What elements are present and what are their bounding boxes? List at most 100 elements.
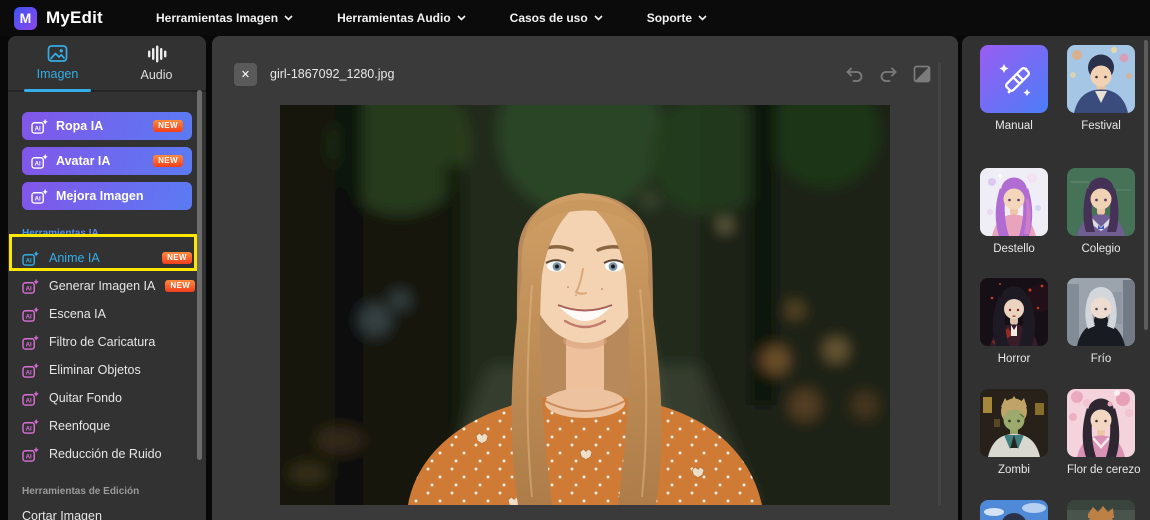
preset-thumbnail[interactable] <box>1067 168 1135 236</box>
menu-soporte[interactable]: Soporte <box>647 11 707 25</box>
menu-herramientas-audio[interactable]: Herramientas Audio <box>337 11 466 25</box>
sidebar-item-reduccion-de-ruido[interactable]: AI Reducción de Ruido <box>8 440 206 468</box>
preset-label: Colegio <box>1067 243 1135 255</box>
ai-sparkle-icon: AI <box>31 119 48 134</box>
main-menu: Herramientas Imagen Herramientas Audio C… <box>156 11 707 25</box>
preset-zombi[interactable]: Zombi <box>980 389 1048 476</box>
image-filename: girl-1867092_1280.jpg <box>270 67 394 81</box>
sidebar-item-escena-ia[interactable]: AI Escena IA <box>8 300 206 328</box>
preset-thumbnail[interactable] <box>980 278 1048 346</box>
tool-label: Quitar Fondo <box>49 391 122 405</box>
sidebar-item-generar-imagen-ia[interactable]: AI Generar Imagen IA NEW <box>8 272 206 300</box>
festival-art <box>1067 45 1135 113</box>
brand-link[interactable]: M MyEdit <box>0 7 142 30</box>
preset-frio[interactable]: Frío <box>1067 278 1135 365</box>
myedit-app: M MyEdit Herramientas Imagen Herramienta… <box>0 0 1150 520</box>
svg-text:AI: AI <box>26 425 32 432</box>
menu-herramientas-imagen[interactable]: Herramientas Imagen <box>156 11 293 25</box>
magic-wand-icon <box>980 45 1048 113</box>
preset-label: Horror <box>980 353 1048 365</box>
sidebar-item-avatar-ia[interactable]: AI Avatar IA NEW <box>22 147 192 175</box>
compare-icon <box>912 64 932 84</box>
preset-label: Festival <box>1067 120 1135 132</box>
canvas-actions <box>844 64 932 84</box>
sidebar-item-eliminar-objetos[interactable]: AI Eliminar Objetos <box>8 356 206 384</box>
preset-label: Flor de cerezo <box>1067 464 1135 476</box>
promo-label: Mejora Imagen <box>56 189 144 203</box>
ai-sparkle-icon: AI <box>22 391 39 406</box>
preset-manual[interactable]: Manual <box>980 45 1048 132</box>
svg-text:AI: AI <box>26 369 32 376</box>
preset-thumbnail[interactable] <box>980 45 1048 113</box>
ai-sparkle-icon: AI <box>22 419 39 434</box>
svg-text:AI: AI <box>26 257 32 264</box>
preset-thumbnail[interactable] <box>980 389 1048 457</box>
chevron-down-icon <box>284 15 293 21</box>
preset-horror[interactable]: Horror <box>980 278 1048 365</box>
ai-sparkle-icon: AI <box>22 363 39 378</box>
image-icon <box>47 45 68 62</box>
preset-thumbnail[interactable] <box>980 168 1048 236</box>
ai-sparkle-icon: AI <box>22 251 39 266</box>
tab-imagen[interactable]: Imagen <box>8 36 107 90</box>
preset-tile-partial[interactable] <box>1067 500 1135 520</box>
preset-tile-partial[interactable] <box>980 500 1048 520</box>
chevron-down-icon <box>457 15 466 21</box>
tab-audio[interactable]: Audio <box>107 36 206 90</box>
top-navbar: M MyEdit Herramientas Imagen Herramienta… <box>0 0 1150 36</box>
preset-flor-de-cerezo[interactable]: Flor de cerezo <box>1067 389 1135 476</box>
sidebar-item-quitar-fondo[interactable]: AI Quitar Fondo <box>8 384 206 412</box>
sidebar-item-anime-ia[interactable]: AI Anime IA NEW <box>8 244 206 272</box>
preset-festival[interactable]: Festival <box>1067 45 1135 132</box>
preset-label: Frío <box>1067 353 1135 365</box>
undo-button[interactable] <box>844 64 865 84</box>
sidebar-scrollbar[interactable] <box>197 90 202 460</box>
menu-casos-de-uso[interactable]: Casos de uso <box>510 11 603 25</box>
preset-thumbnail[interactable] <box>1067 45 1135 113</box>
ai-sparkle-icon: AI <box>22 335 39 350</box>
new-badge: NEW <box>162 252 192 264</box>
svg-text:AI: AI <box>26 285 32 292</box>
promo-label: Ropa IA <box>56 119 103 133</box>
tool-label: Eliminar Objetos <box>49 363 141 377</box>
preset-label: Destello <box>980 243 1048 255</box>
redo-button[interactable] <box>878 64 899 84</box>
menu-label: Herramientas Imagen <box>156 11 278 25</box>
preset-thumbnail[interactable] <box>980 500 1048 520</box>
tool-label: Escena IA <box>49 307 106 321</box>
tools-sidebar: Imagen Audio AI Ropa IA NEW <box>8 36 206 520</box>
zombi-art <box>980 389 1048 457</box>
sidebar-item-mejora-imagen[interactable]: AI Mejora Imagen <box>22 182 192 210</box>
preset-label: Manual <box>980 120 1048 132</box>
sidebar-item-filtro-de-caricatura[interactable]: AI Filtro de Caricatura <box>8 328 206 356</box>
frio-art <box>1067 278 1135 346</box>
tool-label: Cortar Imagen <box>22 509 102 520</box>
myedit-logo-icon: M <box>14 7 37 30</box>
ai-sparkle-icon: AI <box>31 154 48 169</box>
presets-scrollbar[interactable] <box>1144 40 1148 330</box>
loaded-photo <box>280 105 890 505</box>
anime-styles-panel: Manual Festival <box>962 36 1150 520</box>
preset-thumbnail[interactable] <box>1067 389 1135 457</box>
sidebar-item-ropa-ia[interactable]: AI Ropa IA NEW <box>22 112 192 140</box>
svg-text:AI: AI <box>35 195 41 202</box>
preset-destello[interactable]: Destello <box>980 168 1048 255</box>
menu-label: Casos de uso <box>510 11 588 25</box>
colegio-art <box>1067 168 1135 236</box>
preset-thumbnail[interactable] <box>1067 278 1135 346</box>
preset-colegio[interactable]: Colegio <box>1067 168 1135 255</box>
canvas-header: ✕ girl-1867092_1280.jpg <box>212 36 958 96</box>
sidebar-item-reenfoque[interactable]: AI Reenfoque <box>8 412 206 440</box>
canvas-scrollbar[interactable] <box>938 62 941 506</box>
svg-text:AI: AI <box>26 397 32 404</box>
horror-art <box>980 278 1048 346</box>
preset-thumbnail[interactable] <box>1067 500 1135 520</box>
section-title-herramientas-de-edicion: Herramientas de Edición <box>22 486 192 498</box>
compare-before-after-button[interactable] <box>912 64 932 84</box>
tool-label: Generar Imagen IA <box>49 279 155 293</box>
sidebar-item-cortar-imagen[interactable]: Cortar Imagen <box>8 502 206 520</box>
close-image-button[interactable]: ✕ <box>234 63 257 86</box>
chevron-down-icon <box>594 15 603 21</box>
tool-label: Reducción de Ruido <box>49 447 162 461</box>
svg-text:AI: AI <box>35 125 41 132</box>
